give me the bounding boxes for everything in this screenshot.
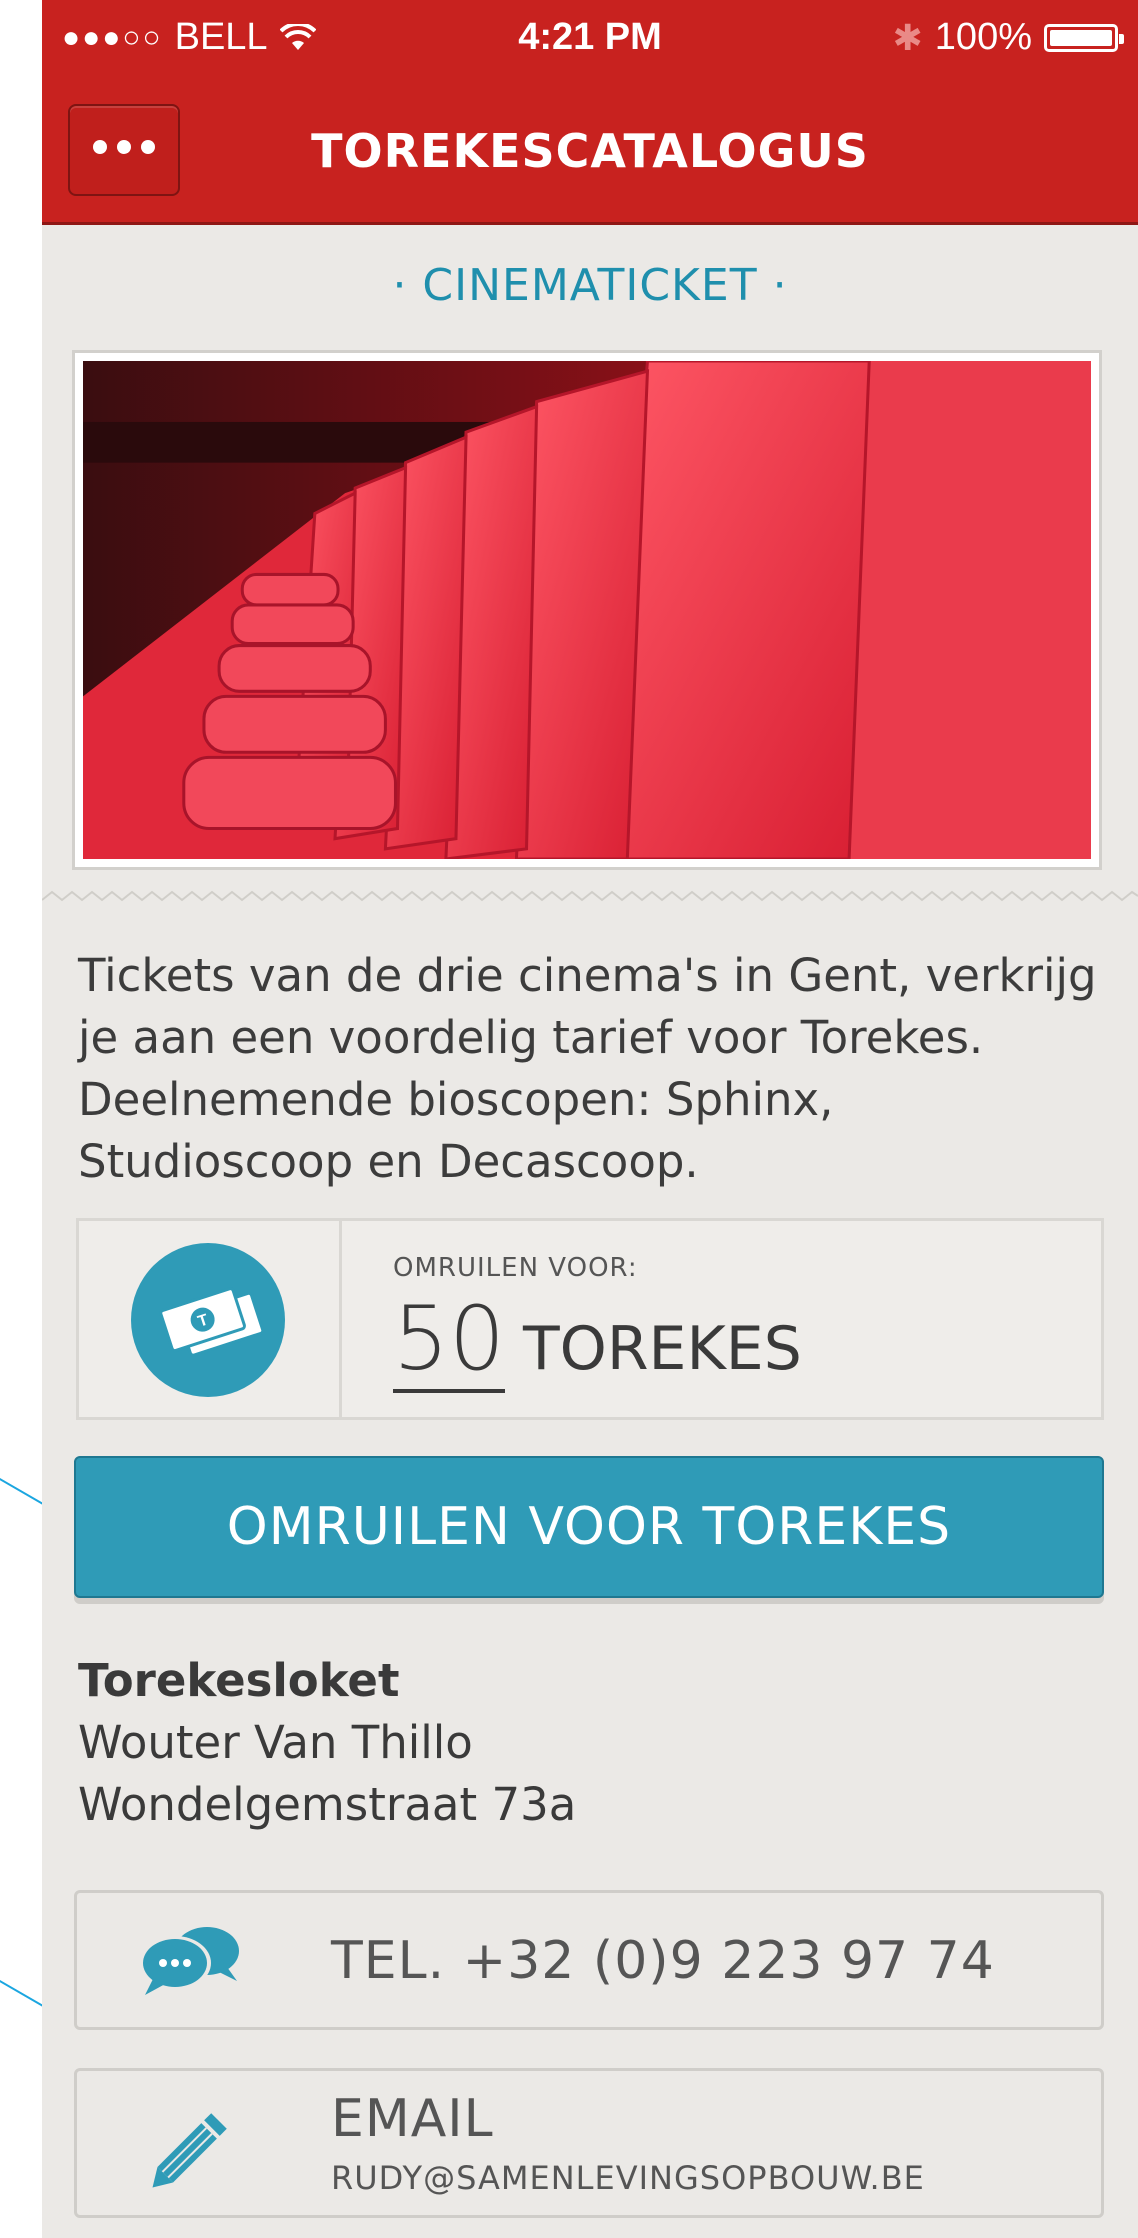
phone-label: TEL. +32 (0)9 223 97 74: [331, 1931, 995, 1991]
price-panel: T OMRUILEN VOOR: 50 TOREKES: [76, 1218, 1104, 1420]
annotation-line: [0, 1980, 46, 2008]
email-address: RUDY@SAMENLEVINGSOPBOUW.BE: [331, 2159, 925, 2197]
price-label: OMRUILEN VOOR:: [393, 1253, 638, 1283]
zigzag-divider: [42, 890, 1138, 902]
cinema-seats-image: [83, 361, 1091, 859]
money-icon: T: [131, 1243, 285, 1397]
app-screen: ●●●○○ BELL 4:21 PM ✱ 100% TOREKESCATALOG…: [42, 0, 1138, 2238]
office-info: Torekesloket Wouter Van Thillo Wondelgem…: [78, 1650, 576, 1836]
bluetooth-icon: ✱: [892, 16, 923, 58]
phone-button[interactable]: TEL. +32 (0)9 223 97 74: [74, 1890, 1104, 2030]
battery-icon: [1044, 23, 1124, 52]
item-description: Tickets van de drie cinema's in Gent, ve…: [78, 949, 1097, 1188]
battery-percentage: 100%: [934, 16, 1032, 58]
header-bar: ●●●○○ BELL 4:21 PM ✱ 100% TOREKESCATALOG…: [42, 0, 1138, 225]
email-label: EMAIL: [331, 2089, 494, 2149]
price-unit: TOREKES: [522, 1314, 802, 1384]
office-name: Torekesloket: [78, 1654, 400, 1707]
exchange-button[interactable]: OMRUILEN VOOR TOREKES: [74, 1456, 1104, 1598]
page-title: TOREKESCATALOGUS: [311, 124, 869, 178]
office-address: Wondelgemstraat 73a: [78, 1778, 577, 1831]
office-person: Wouter Van Thillo: [78, 1716, 473, 1769]
item-image: [72, 350, 1102, 870]
chat-bubbles-icon: [139, 1927, 239, 1995]
status-bar: ●●●○○ BELL 4:21 PM ✱ 100%: [42, 0, 1138, 80]
email-button[interactable]: EMAIL RUDY@SAMENLEVINGSOPBOUW.BE: [74, 2068, 1104, 2218]
price-amount: 50: [393, 1289, 505, 1393]
item-title: · CINEMATICKET ·: [392, 260, 788, 311]
pencil-icon: [152, 2113, 227, 2188]
annotation-line: [0, 1478, 46, 1506]
